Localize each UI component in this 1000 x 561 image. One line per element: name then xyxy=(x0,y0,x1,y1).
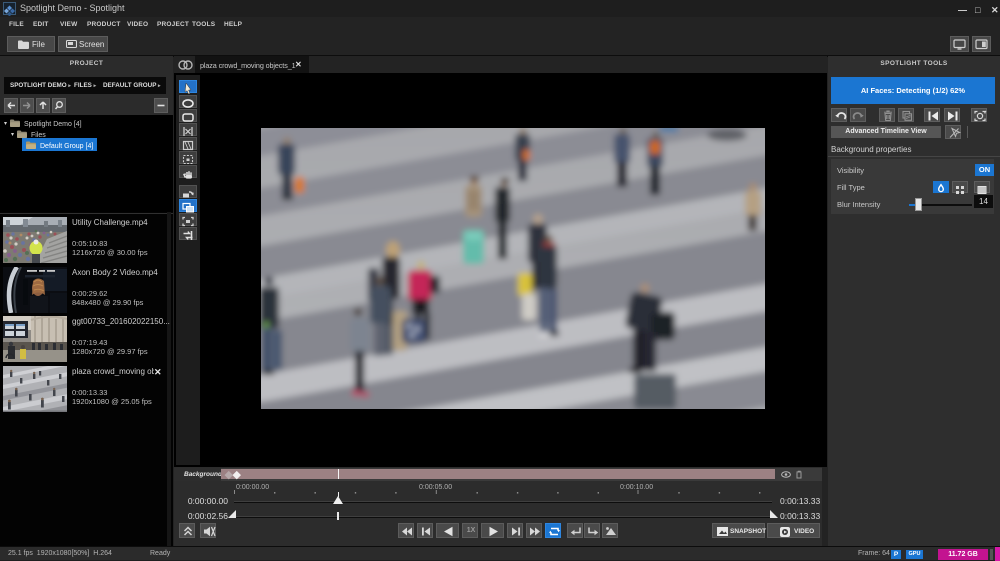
svg-text:0:00:10.00: 0:00:10.00 xyxy=(620,484,653,491)
svg-text:0:00:00.00: 0:00:00.00 xyxy=(236,484,269,491)
svg-text:0:00:05.00: 0:00:05.00 xyxy=(419,484,452,491)
